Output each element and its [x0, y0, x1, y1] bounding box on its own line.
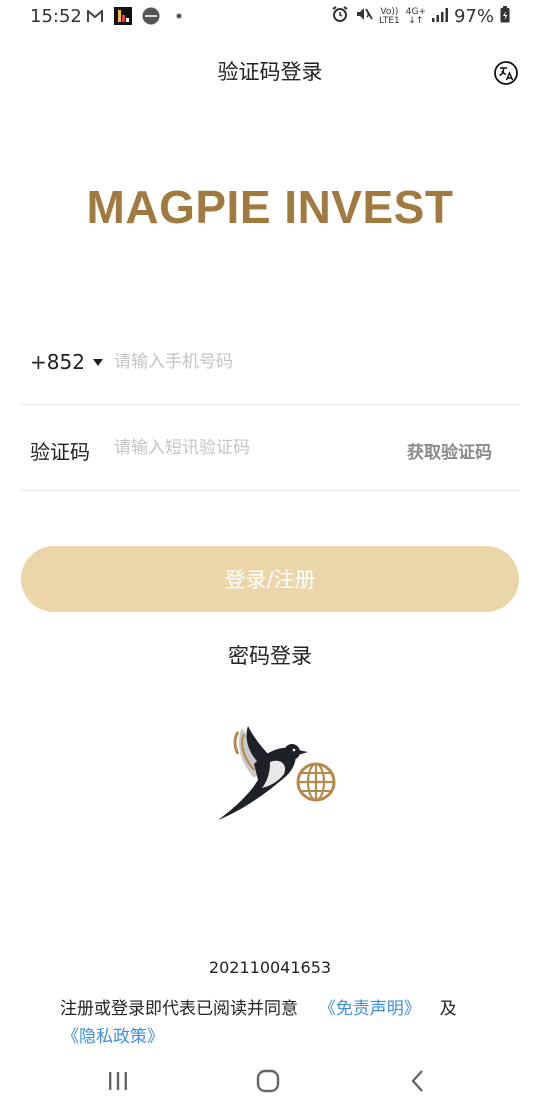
login-register-button[interactable]: 登录/注册 [21, 546, 519, 612]
phone-input[interactable] [114, 348, 374, 376]
translate-icon [494, 61, 518, 85]
magpie-logo [214, 718, 340, 824]
battery-percentage: 97% [453, 6, 494, 27]
agreement-prefix: 注册或登录即代表已阅读并同意 [60, 999, 298, 1019]
battery-icon [500, 5, 510, 28]
more-notifications-dot-icon [170, 7, 188, 25]
verification-code-input[interactable] [114, 434, 374, 462]
disclaimer-link[interactable]: 《免责声明》 [319, 999, 421, 1019]
privacy-policy-link[interactable]: 《隐私政策》 [62, 1027, 164, 1047]
app-notification-icon [114, 7, 132, 25]
verification-code-row: 验证码 获取验证码 [20, 406, 520, 491]
network-indicator: 4G+ ↓↑ [405, 6, 426, 26]
version-number: 202110041653 [208, 958, 332, 977]
agreement-and: 及 [439, 999, 457, 1019]
phone-row: +852 [20, 320, 520, 405]
password-login-link[interactable]: 密码登录 [0, 640, 540, 670]
status-bar: 15:52 Vo)) LTE1 4G+ ↓↑ 97% [0, 0, 540, 34]
status-right: Vo)) LTE1 4G+ ↓↑ 97% [331, 5, 510, 28]
home-button[interactable] [250, 1066, 286, 1096]
mute-icon [355, 5, 373, 28]
brand-title: MAGPIE INVEST [86, 181, 454, 233]
home-icon [256, 1069, 280, 1093]
alarm-icon [331, 5, 349, 28]
status-time: 15:52 [30, 6, 82, 27]
signal-icon [431, 6, 448, 27]
volte-indicator: Vo)) LTE1 [379, 6, 400, 26]
gmail-icon [86, 7, 104, 25]
page-title: 验证码登录 [217, 60, 323, 84]
recent-apps-button[interactable] [100, 1066, 136, 1096]
back-icon [411, 1070, 423, 1092]
chevron-down-icon [92, 358, 103, 366]
translate-button[interactable] [494, 61, 518, 85]
recent-apps-icon [109, 1072, 127, 1090]
country-code-value: +852 [30, 350, 85, 374]
country-code-selector[interactable]: +852 [30, 350, 103, 374]
get-code-button[interactable]: 获取验证码 [407, 438, 492, 463]
back-button[interactable] [400, 1066, 436, 1096]
agreement-text: 注册或登录即代表已阅读并同意 《免责声明》 及 [60, 994, 457, 1019]
system-navigation-bar [0, 1056, 540, 1110]
notification-icons [86, 7, 188, 25]
code-label: 验证码 [30, 440, 90, 464]
app-notification-icon-2 [142, 7, 160, 25]
